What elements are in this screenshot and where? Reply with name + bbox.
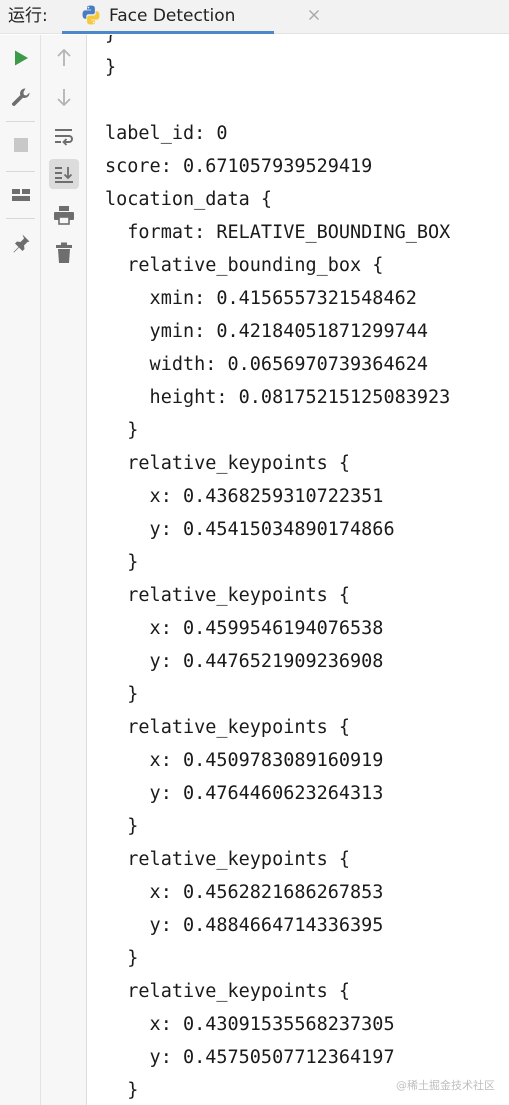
console-line: ymin: 0.42184051871299744	[105, 321, 429, 342]
console-line: width: 0.0656970739364624	[105, 354, 429, 375]
console-line: }	[105, 684, 139, 705]
scroll-to-end-icon	[55, 167, 73, 183]
run-label: 运行:	[8, 6, 48, 26]
print-icon	[54, 206, 74, 225]
previous-occurrence-button[interactable]	[49, 43, 79, 73]
layout-button[interactable]	[6, 180, 36, 210]
run-tool-window: 运行: Face Detection} label_id: 0 score: …	[0, 0, 509, 1105]
console-line: relative_bounding_box {	[105, 255, 384, 276]
console-line: x: 0.4599546194076538	[105, 618, 384, 639]
next-occurrence-button[interactable]	[49, 82, 79, 112]
run-tab-bar: 运行: Face Detection	[0, 0, 509, 34]
layout-icon	[12, 189, 30, 201]
console-line: x: 0.43091535568237305	[105, 1014, 395, 1035]
console-line: }	[105, 552, 139, 573]
pin-tab-button[interactable]	[6, 228, 36, 258]
console-line: relative_keypoints {	[105, 585, 351, 606]
python-icon	[82, 5, 100, 25]
console-line: xmin: 0.4156557321548462	[105, 288, 417, 309]
scroll-to-end-button[interactable]	[49, 159, 79, 189]
console-line: }	[105, 816, 139, 837]
console-actions-toolbar	[41, 35, 87, 1105]
wrench-icon	[12, 88, 30, 106]
console-line: }	[105, 948, 139, 969]
active-tab-indicator	[62, 31, 274, 34]
console-line: }	[105, 35, 116, 51]
soft-wrap-button[interactable]	[49, 121, 79, 151]
trash-icon	[56, 242, 72, 263]
console-line: height: 0.08175215125083923	[105, 387, 451, 408]
console-line: y: 0.45415034890174866	[105, 519, 395, 540]
arrow-up-icon	[57, 48, 71, 66]
console-line: location_data {	[105, 189, 273, 210]
toolbar-separator	[6, 171, 35, 172]
print-button[interactable]	[49, 200, 79, 230]
run-actions-toolbar	[0, 35, 41, 1105]
close-icon[interactable]	[306, 7, 322, 23]
console-line: y: 0.45750507712364197	[105, 1047, 395, 1068]
console-line: y: 0.4764460623264313	[105, 783, 384, 804]
run-icon	[15, 50, 28, 66]
arrow-down-icon	[57, 89, 71, 107]
rerun-button[interactable]	[6, 43, 36, 73]
tab-face-detection[interactable]: Face Detection	[62, 0, 319, 34]
toolbar-separator	[6, 218, 35, 219]
console-line: relative_keypoints {	[105, 453, 351, 474]
console-line: format: RELATIVE_BOUNDING_BOX	[105, 222, 451, 243]
console-line: y: 0.4476521909236908	[105, 651, 384, 672]
soft-wrap-icon	[55, 129, 73, 146]
console-line: label_id: 0	[105, 123, 228, 144]
console-line: x: 0.4509783089160919	[105, 750, 384, 771]
stop-icon	[14, 138, 28, 152]
pin-icon	[13, 234, 30, 253]
toolbar-separator	[6, 121, 35, 122]
console-line: y: 0.4884664714336395	[105, 915, 384, 936]
console-output[interactable]: } } label_id: 0 score: 0.671057939529419…	[87, 35, 509, 1105]
console-line: relative_keypoints {	[105, 717, 351, 738]
clear-all-button[interactable]	[49, 238, 79, 268]
console-line: }	[105, 57, 117, 78]
tab-title: Face Detection	[109, 6, 236, 26]
console-line: }	[105, 420, 139, 441]
console-line: score: 0.671057939529419	[105, 156, 373, 177]
console-line: }	[105, 1080, 139, 1101]
console-line: relative_keypoints {	[105, 981, 351, 1002]
stop-button[interactable]	[6, 130, 36, 160]
console-line: x: 0.4562821686267853	[105, 882, 384, 903]
console-line: relative_keypoints {	[105, 849, 351, 870]
settings-button[interactable]	[6, 82, 36, 112]
console-line: x: 0.4368259310722351	[105, 486, 384, 507]
watermark: @稀土掘金技术社区	[396, 1079, 495, 1092]
